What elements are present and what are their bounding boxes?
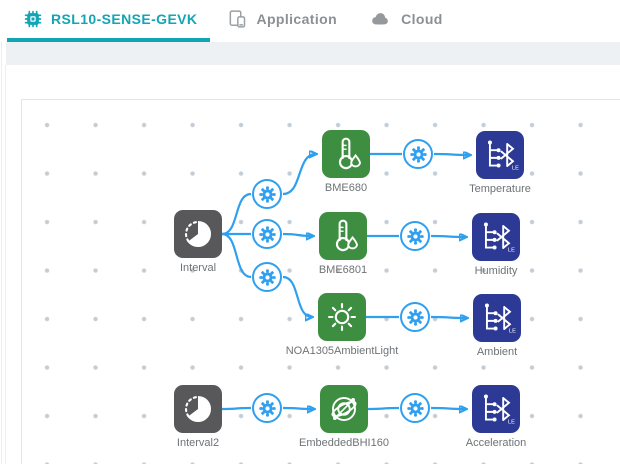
gear-icon <box>406 227 424 245</box>
edge-fn4-temperature[interactable] <box>433 154 470 155</box>
node-interval2[interactable] <box>174 385 222 433</box>
tab-label: RSL10-SENSE-GEVK <box>51 11 198 27</box>
panel-edge-line <box>5 65 6 464</box>
node-label-interval: Interval <box>179 262 217 274</box>
node-bme6801[interactable] <box>319 212 367 260</box>
node-label-noa1305: NOA1305AmbientLight <box>285 345 399 357</box>
node-fn2[interactable] <box>252 219 282 249</box>
tab-cloud[interactable]: Cloud <box>350 0 456 42</box>
edges-layer <box>221 0 620 464</box>
node-bme680[interactable] <box>322 130 370 178</box>
tab-application[interactable]: Application <box>210 0 350 42</box>
svg-text:LE: LE <box>512 165 519 171</box>
node-humidity[interactable]: LE <box>472 213 520 261</box>
edge-fn6-ambient[interactable] <box>430 317 467 318</box>
tab-label: Cloud <box>401 11 443 27</box>
ble-gatt-icon: LE <box>473 214 519 260</box>
thermometer-humidity-icon <box>320 213 366 259</box>
svg-text:LE: LE <box>508 247 515 253</box>
gear-icon <box>406 399 424 417</box>
edge-fn3-noa1305[interactable] <box>282 275 312 317</box>
edge-fn8-acceleration[interactable] <box>430 408 466 409</box>
chip-icon <box>24 10 42 28</box>
node-fn8[interactable] <box>400 393 430 423</box>
node-acceleration[interactable]: LE <box>472 385 520 433</box>
node-bhi160[interactable] <box>320 385 368 433</box>
node-label-bme680: BME680 <box>324 182 368 194</box>
flow-layer: Interval Interval2 BME680 BME6801 NOA1305Amb… <box>0 0 620 464</box>
edge-fn7-bhi160[interactable] <box>282 408 314 409</box>
edge-fn5-humidity[interactable] <box>430 236 466 237</box>
node-interval[interactable] <box>174 210 222 258</box>
ble-gatt-icon: LE <box>474 295 520 341</box>
gear-icon <box>258 268 276 286</box>
svg-text:LE: LE <box>508 419 515 425</box>
node-label-humidity: Humidity <box>474 265 518 277</box>
edge-interval-fn1[interactable] <box>221 192 252 236</box>
edge-interval-fn3[interactable] <box>221 232 252 279</box>
device-tabbar: RSL10-SENSE-GEVK Application Cloud <box>0 0 620 42</box>
gyroscope-icon <box>321 386 367 432</box>
node-label-ambient: Ambient <box>476 346 518 358</box>
gear-icon <box>258 399 276 417</box>
gear-icon <box>258 185 276 203</box>
gear-icon <box>258 225 276 243</box>
edge-bhi160-fn8[interactable] <box>367 406 400 411</box>
node-label-bhi160: EmbeddedBHI160 <box>299 437 389 449</box>
ble-gatt-icon: LE <box>473 386 519 432</box>
node-fn3[interactable] <box>252 262 282 292</box>
ide-window: RSL10-SENSE-GEVK Application Cloud Inter… <box>0 0 620 464</box>
node-label-temperature: Temperature <box>469 183 531 195</box>
left-rail-line <box>1 42 2 464</box>
svg-text:LE: LE <box>509 328 516 334</box>
devices-icon <box>227 9 247 29</box>
node-fn4[interactable] <box>403 139 433 169</box>
timer-icon <box>175 386 221 432</box>
node-fn1[interactable] <box>252 179 282 209</box>
timer-icon <box>175 211 221 257</box>
node-noa1305[interactable] <box>318 293 366 341</box>
node-ambient[interactable]: LE <box>473 294 521 342</box>
node-label-bme6801: BME6801 <box>318 264 368 276</box>
thermometer-humidity-icon <box>323 131 369 177</box>
gear-icon <box>406 308 424 326</box>
node-fn7[interactable] <box>252 393 282 423</box>
gear-icon <box>409 145 427 163</box>
toolbar-strip <box>6 42 620 65</box>
tab-rsl10-sense-gevk[interactable]: RSL10-SENSE-GEVK <box>7 0 211 42</box>
ambient-light-icon <box>319 294 365 340</box>
edge-interval2-fn7[interactable] <box>221 406 252 411</box>
node-fn5[interactable] <box>400 221 430 251</box>
node-label-interval2: Interval2 <box>176 437 220 449</box>
cloud-icon <box>367 8 392 30</box>
ble-gatt-icon: LE <box>477 132 523 178</box>
tab-label: Application <box>256 11 338 27</box>
edge-fn1-bme680[interactable] <box>282 154 316 196</box>
node-label-acceleration: Acceleration <box>465 437 527 449</box>
node-temperature[interactable]: LE <box>476 131 524 179</box>
node-fn6[interactable] <box>400 302 430 332</box>
edge-fn2-bme6801[interactable] <box>282 234 313 236</box>
